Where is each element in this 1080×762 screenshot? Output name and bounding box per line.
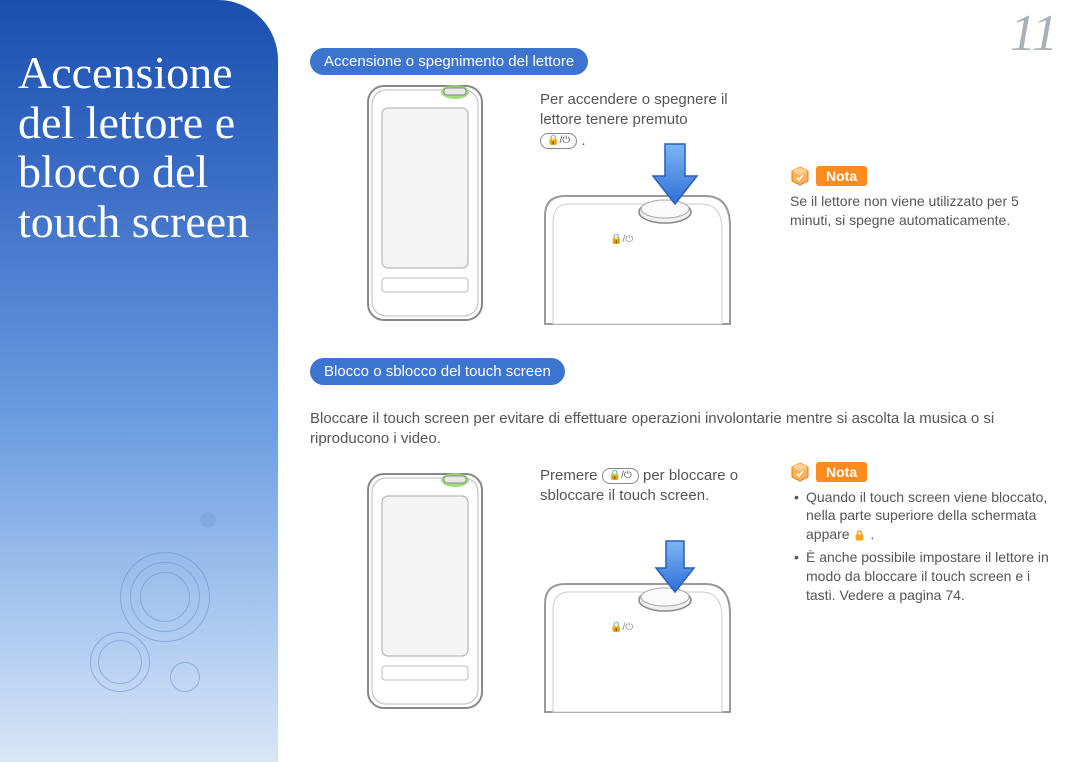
section-heading-lock: Blocco o sblocco del touch screen xyxy=(310,358,565,385)
svg-text:🔒/⏻: 🔒/⏻ xyxy=(610,233,633,245)
device-top-illustration-2: 🔒/⏻ xyxy=(535,544,735,714)
page-title: Accensione del lettore e blocco del touc… xyxy=(18,48,260,247)
svg-text:🔒/⏻: 🔒/⏻ xyxy=(610,621,633,633)
note-lock: Nota Quando il touch screen viene blocca… xyxy=(790,462,1050,609)
lock-instruction: Premere 🔒/⏻ per bloccare o sbloccare il … xyxy=(540,466,750,507)
power-instruction-post: . xyxy=(581,132,585,149)
decorative-circles xyxy=(90,522,270,722)
section-power: Accensione o spegnimento del lettore 🔒/⏻ xyxy=(310,48,1050,358)
note-bullet-1-pre: Quando il touch screen viene bloccato, n… xyxy=(806,489,1047,543)
power-instruction: Per accendere o spegnere il lettore tene… xyxy=(540,90,740,151)
note-label: Nota xyxy=(816,166,867,186)
device-top-illustration: 🔒/⏻ xyxy=(535,156,735,326)
note-text: Se il lettore non viene utilizzato per 5… xyxy=(790,192,1050,230)
power-button-symbol: 🔒/⏻ xyxy=(540,133,577,149)
main-content: Accensione o spegnimento del lettore 🔒/⏻ xyxy=(310,48,1050,746)
note-power: Nota Se il lettore non viene utilizzato … xyxy=(790,166,1050,230)
note-label-2: Nota xyxy=(816,462,867,482)
device-front-illustration xyxy=(360,78,490,328)
note-bullet-2: È anche possibile impostare il lettore i… xyxy=(794,548,1050,605)
press-arrow-icon-2 xyxy=(648,536,704,606)
lock-instruction-pre: Premere xyxy=(540,467,602,484)
note-header-2: Nota xyxy=(790,462,867,482)
section-heading-power: Accensione o spegnimento del lettore xyxy=(310,48,588,75)
note-cube-icon-2 xyxy=(790,462,810,482)
power-instruction-text: Per accendere o spegnere il lettore tene… xyxy=(540,91,728,128)
lock-button-symbol: 🔒/⏻ xyxy=(602,468,639,484)
note-text-2: Quando il touch screen viene bloccato, n… xyxy=(790,488,1050,605)
lock-figures: 🔒/⏻ Premere 🔒/⏻ per bloccare o sbloccare… xyxy=(310,466,1050,746)
lock-icon xyxy=(853,529,866,542)
note-bullet-1: Quando il touch screen viene bloccato, n… xyxy=(794,488,1050,545)
note-cube-icon xyxy=(790,166,810,186)
sidebar: Accensione del lettore e blocco del touc… xyxy=(0,0,278,762)
note-bullet-1-post: . xyxy=(870,526,874,542)
section-lock: Blocco o sblocco del touch screen Blocca… xyxy=(310,358,1050,746)
note-header: Nota xyxy=(790,166,867,186)
lock-intro-text: Bloccare il touch screen per evitare di … xyxy=(310,409,1010,450)
device-front-illustration-2 xyxy=(360,466,490,716)
